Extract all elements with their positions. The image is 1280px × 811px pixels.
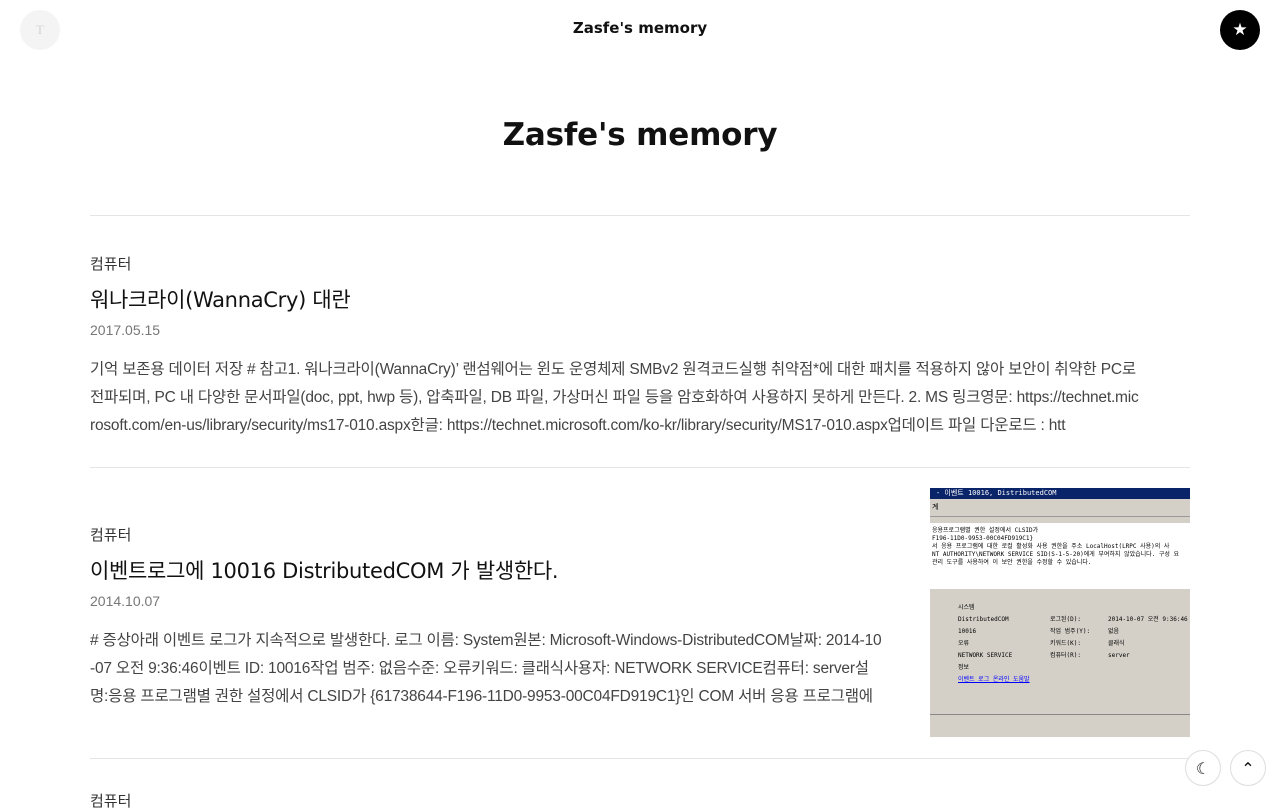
post-category[interactable]: 컴퓨터: [90, 790, 131, 811]
thumb-field: 10016: [958, 628, 977, 635]
thumb-info-line: 관리 도구를 사용하여 이 보안 권한을 수정할 수 있습니다.: [932, 559, 1092, 566]
post-date: 2014.10.07: [90, 593, 161, 609]
post-category[interactable]: 컴퓨터: [90, 524, 890, 545]
thumb-field: 작업 범주(Y):: [1050, 628, 1091, 635]
chevron-up-icon: ⌃: [1241, 758, 1255, 778]
thumb-info-line: 서 응용 프로그램에 대한 로컬 활성화 사용 권한을 주소 LocalHost…: [932, 543, 1170, 550]
post-title[interactable]: 이벤트로그에 10016 DistributedCOM 가 발생한다.: [90, 555, 890, 585]
thumb-field: 컴퓨터(R):: [1050, 652, 1082, 659]
thumb-field: 오류: [958, 640, 970, 647]
star-icon: ★: [1232, 20, 1248, 40]
post-item[interactable]: 컴퓨터 워나크라이(WannaCry) 대란 2017.05.15 기억 보존용…: [90, 253, 1190, 440]
thumb-window-title: - 이벤트 10016, DistributedCOM: [930, 488, 1190, 499]
thumb-field: NETWORK SERVICE: [958, 652, 1013, 659]
scroll-top-button[interactable]: ⌃: [1230, 750, 1266, 786]
thumb-info-line: 응용프로그램별 권한 설정에서 CLSID가: [932, 527, 1039, 534]
thumb-info-line: NT AUTHORITY\NETWORK SERVICE SID(S-1-5-2…: [932, 551, 1180, 558]
post-thumbnail[interactable]: - 이벤트 10016, DistributedCOM 계 응용프로그램별 권한…: [930, 488, 1190, 737]
thumb-field: 2014-10-07 오전 9:36:46: [1108, 616, 1188, 623]
top-bar: T Zasfe's memory ★: [0, 0, 1280, 58]
thumb-field: 로그된(D):: [1050, 616, 1082, 623]
thumb-info-line: F196-11D0-9953-00C04FD919C1}: [932, 535, 1034, 542]
thumb-info: 응용프로그램별 권한 설정에서 CLSID가 F196-11D0-9953-00…: [930, 523, 1190, 589]
post-title[interactable]: 워나크라이(WannaCry) 대란: [90, 284, 1190, 314]
post-category[interactable]: 컴퓨터: [90, 253, 1190, 274]
thumb-field: server: [1108, 652, 1130, 659]
thumb-field: 없음: [1108, 628, 1120, 635]
post-item[interactable]: 컴퓨터 이벤트로그에 10016 DistributedCOM 가 발생한다. …: [90, 524, 890, 711]
thumb-scrollbar: [930, 714, 1190, 726]
blog-title[interactable]: Zasfe's memory: [0, 117, 1280, 153]
moon-icon: ☾: [1195, 758, 1211, 778]
thumb-field: 정보: [958, 664, 970, 671]
star-button[interactable]: ★: [1220, 10, 1260, 50]
thumb-help-link: 이벤트 로그 온라인 도움말: [958, 676, 1030, 683]
thumb-field: 키워드(K):: [1050, 640, 1082, 647]
thumb-field: 클래식: [1108, 640, 1125, 647]
post-excerpt[interactable]: # 증상아래 이벤트 로그가 지속적으로 발생한다. 로그 이름: System…: [90, 627, 882, 711]
header-title[interactable]: Zasfe's memory: [0, 19, 1280, 37]
divider: [90, 758, 1190, 759]
thumb-field: DistributedCOM: [958, 616, 1009, 623]
post-excerpt[interactable]: 기억 보존용 데이터 저장 # 참고1. 워나크라이(WannaCry)’ 랜섬…: [90, 356, 1140, 440]
post-date: 2017.05.15: [90, 322, 161, 338]
divider: [90, 467, 1190, 468]
theme-toggle-button[interactable]: ☾: [1185, 750, 1221, 786]
thumb-field: 시스템: [958, 604, 975, 611]
thumb-menu: 계: [930, 499, 1190, 517]
divider: [90, 215, 1190, 216]
